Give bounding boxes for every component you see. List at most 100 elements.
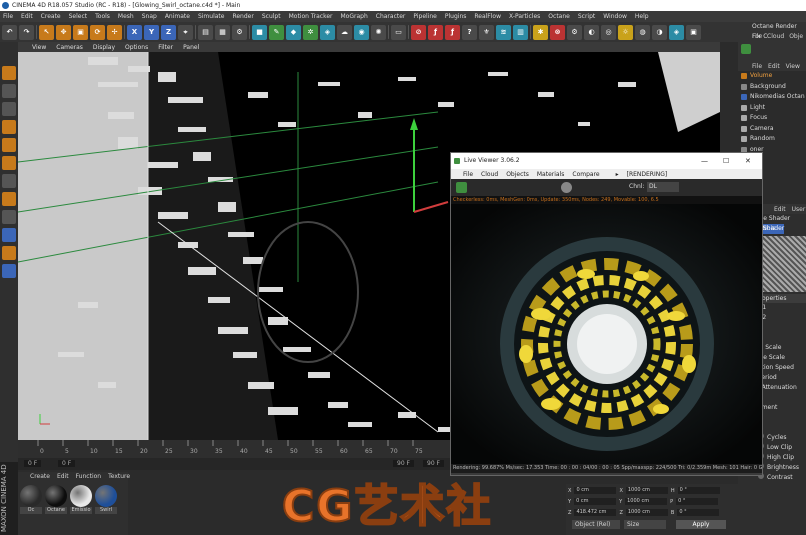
octane-menu-obje[interactable]: Obje [789,33,803,40]
points-mode-icon[interactable] [2,120,16,134]
position-field[interactable]: 418.472 cm [574,509,617,516]
x-axis-lock-icon[interactable]: X [127,24,142,40]
xp-system-icon[interactable]: ƒ [428,24,443,40]
polygons-mode-icon[interactable] [2,156,16,170]
menu-item-select[interactable]: Select [69,13,88,20]
menu-item-script[interactable]: Script [578,13,595,20]
y-axis-arrow-icon[interactable] [410,118,418,130]
maximize-icon[interactable]: ☐ [723,153,729,169]
viewport-menu-filter[interactable]: Filter [158,44,173,51]
lock-workplane-icon[interactable] [2,264,16,278]
x-axis-handle[interactable] [413,201,449,213]
live-viewer-menu-file[interactable]: File [463,171,473,178]
menu-item-mograph[interactable]: MoGraph [341,13,368,20]
edges-mode-icon[interactable] [2,138,16,152]
workplane-icon[interactable] [2,246,16,260]
menu-item-octane[interactable]: Octane [548,13,570,20]
xp-generator-icon[interactable]: ƒ [445,24,460,40]
viewport-menu-view[interactable]: View [32,44,46,51]
minimize-icon[interactable]: — [701,153,708,169]
rotate-tool-icon[interactable]: ⟳ [90,24,105,40]
menu-item-motion-tracker[interactable]: Motion Tracker [289,13,333,20]
material-menu-texture[interactable]: Texture [108,473,130,480]
rotation-field[interactable]: 0 ° [677,509,720,516]
tweak-mode-icon[interactable] [2,192,16,206]
environment-icon[interactable]: ☁ [337,24,352,40]
xp-modifier-icon[interactable]: ≋ [496,24,511,40]
object-item[interactable]: Light [738,103,806,114]
make-editable-icon[interactable] [2,66,16,80]
live-selection-icon[interactable]: ↖ [39,24,54,40]
undo-icon[interactable]: ↶ [2,24,17,40]
scale-tool-icon[interactable]: ▣ [73,24,88,40]
move-tool-icon[interactable]: ✥ [56,24,71,40]
object-item[interactable]: Focus [738,113,806,124]
object-item[interactable]: Volume [738,71,806,82]
snap-icon[interactable] [2,210,16,224]
render-settings-icon[interactable]: ⚙ [232,24,247,40]
render-region-icon[interactable]: ▭ [391,24,406,40]
material-ball-icon[interactable] [561,182,572,193]
channel-select[interactable]: DL [647,182,679,192]
object-menu-edit[interactable]: Edit [768,63,780,70]
material-swatch[interactable]: Octane [45,485,67,515]
light-icon[interactable]: ✺ [371,24,386,40]
rotation-field[interactable]: 0 ° [677,487,720,494]
size-field[interactable]: 1000 cm [625,498,668,505]
xp-question-icon[interactable]: ? [462,24,477,40]
size-field[interactable]: 1000 cm [625,509,668,516]
octane-settings-icon[interactable]: ⚙ [567,24,582,40]
menu-item-snap[interactable]: Snap [142,13,157,20]
menu-item-realflow[interactable]: RealFlow [474,13,501,20]
preview-end-field[interactable]: 90 F [423,460,444,467]
octane-live-viewer-icon[interactable]: ✱ [533,24,548,40]
render-view[interactable] [451,204,762,464]
menu-item-render[interactable]: Render [232,13,253,20]
coordinate-mode-select[interactable]: Object (Rel) [572,520,620,529]
menu-item-window[interactable]: Window [603,13,627,20]
size-field[interactable]: 1000 cm [625,487,668,494]
end-frame-field[interactable]: 90 F [393,460,414,467]
apply-button[interactable]: Apply [676,520,726,529]
menu-item-edit[interactable]: Edit [21,13,33,20]
texture-mode-icon[interactable] [2,102,16,116]
render-picture-viewer-icon[interactable]: ▦ [215,24,230,40]
close-icon[interactable]: ✕ [745,153,751,169]
subdivision-icon[interactable]: ◆ [286,24,301,40]
object-item[interactable]: Background [738,82,806,93]
menu-item-help[interactable]: Help [635,13,649,20]
xp-emitter-icon[interactable]: ⊘ [411,24,426,40]
spline-pen-icon[interactable]: ✎ [269,24,284,40]
current-frame-field[interactable]: 0 F [58,460,76,467]
menu-item-simulate[interactable]: Simulate [198,13,225,20]
octane-menu-file[interactable]: File [752,33,762,40]
object-menu-file[interactable]: File [752,63,762,70]
viewport-menu-display[interactable]: Display [93,44,115,51]
menu-item-pipeline[interactable]: Pipeline [413,13,436,20]
deformer-icon[interactable]: ◈ [320,24,335,40]
menu-item-sculpt[interactable]: Sculpt [262,13,281,20]
live-viewer-menu-objects[interactable]: Objects [506,171,529,178]
xp-action-icon[interactable]: ⚜ [479,24,494,40]
shader-tab[interactable]: Shader [760,224,784,234]
object-menu-view[interactable]: View [786,63,800,70]
material-swatch[interactable]: Emissio [70,485,92,515]
viewport-menu-options[interactable]: Options [125,44,148,51]
menu-item-tools[interactable]: Tools [95,13,110,20]
enable-axis-icon[interactable] [2,174,16,188]
attribute-menu-edit[interactable]: Edit [774,206,786,213]
octane-star-icon[interactable] [456,182,467,193]
menu-item-character[interactable]: Character [376,13,406,20]
menu-item-file[interactable]: File [3,13,13,20]
menu-item-mesh[interactable]: Mesh [118,13,134,20]
octane-daylight-icon[interactable]: ☼ [618,24,633,40]
viewport-menu-panel[interactable]: Panel [183,44,199,51]
start-frame-field[interactable]: 0 F [24,460,42,467]
octane-stop-icon[interactable]: ⊗ [550,24,565,40]
material-menu-function[interactable]: Function [76,473,102,480]
octane-menu-cloud[interactable]: Cloud [767,33,784,40]
octane-hdri-icon[interactable]: ◑ [652,24,667,40]
menu-item-create[interactable]: Create [41,13,61,20]
live-viewer-menu-materials[interactable]: Materials [537,171,565,178]
menu-item-animate[interactable]: Animate [165,13,190,20]
